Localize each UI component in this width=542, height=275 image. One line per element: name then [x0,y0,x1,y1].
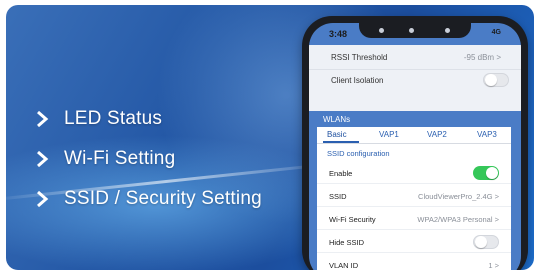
hide-ssid-label: Hide SSID [329,238,365,247]
toggle-knob [485,74,497,86]
rssi-threshold-row[interactable]: RSSI Threshold -95 dBm > [309,47,521,67]
camera-dot [409,28,414,33]
client-isolation-row: Client Isolation [309,69,521,90]
vlan-id-value: 1 > [488,261,499,270]
hide-ssid-row: Hide SSID [317,230,511,253]
feature-item-wifi-setting: Wi-Fi Setting [36,139,262,179]
ssid-label: SSID [329,192,347,201]
tab-vap1[interactable]: VAP1 [379,130,399,139]
vap-tabs: Basic VAP1 VAP2 VAP3 [317,127,511,144]
feature-item-ssid-security: SSID / Security Setting [36,179,262,219]
vlan-id-row[interactable]: VLAN ID 1 > [317,253,511,270]
vlan-id-label: VLAN ID [329,261,359,270]
phone-screen: RSSI Threshold -95 dBm > Client Isolatio… [309,23,521,270]
status-time: 3:48 [329,29,348,39]
tab-vap2[interactable]: VAP2 [427,130,447,139]
settings-group: RSSI Threshold -95 dBm > Client Isolatio… [309,45,521,111]
chevron-right-icon [37,111,49,127]
active-tab-indicator [323,141,359,143]
status-signal: 4G [491,29,501,36]
feature-label: SSID / Security Setting [64,188,262,209]
rssi-threshold-value: -95 dBm > [463,53,501,62]
section-title: WLANs [323,115,351,124]
feature-list: LED Status Wi-Fi Setting SSID / Security… [36,99,262,219]
wifi-security-row[interactable]: Wi-Fi Security WPA2/WPA3 Personal > [317,207,511,230]
hide-ssid-toggle[interactable] [473,235,499,249]
section-header-wlans: WLANs [309,111,521,127]
tab-basic[interactable]: Basic [327,130,347,139]
camera-dot [379,28,384,33]
wifi-security-value: WPA2/WPA3 Personal > [417,215,499,224]
toggle-knob [475,236,487,248]
client-isolation-label: Client Isolation [331,76,384,85]
client-isolation-toggle[interactable] [483,73,509,87]
ssid-config-heading: SSID configuration [327,149,390,158]
enable-row: Enable [317,161,511,184]
wifi-security-label: Wi-Fi Security [329,215,376,224]
ssid-value: CloudViewerPro_2.4G > [418,192,499,201]
rssi-threshold-label: RSSI Threshold [331,53,388,62]
ssid-row[interactable]: SSID CloudViewerPro_2.4G > [317,184,511,207]
promo-banner: LED Status Wi-Fi Setting SSID / Security… [6,5,534,270]
enable-label: Enable [329,169,353,178]
enable-toggle[interactable] [473,166,499,180]
feature-label: Wi-Fi Setting [64,148,176,169]
camera-dot [445,28,450,33]
chevron-right-icon [37,151,49,167]
wlan-panel: Basic VAP1 VAP2 VAP3 SSID configuration … [317,127,511,270]
tab-vap3[interactable]: VAP3 [477,130,497,139]
toggle-knob [486,167,498,179]
chevron-right-icon [37,191,49,207]
feature-label: LED Status [64,108,163,129]
phone-mockup: RSSI Threshold -95 dBm > Client Isolatio… [302,16,528,270]
feature-item-led-status: LED Status [36,99,262,139]
phone-notch [359,23,471,38]
